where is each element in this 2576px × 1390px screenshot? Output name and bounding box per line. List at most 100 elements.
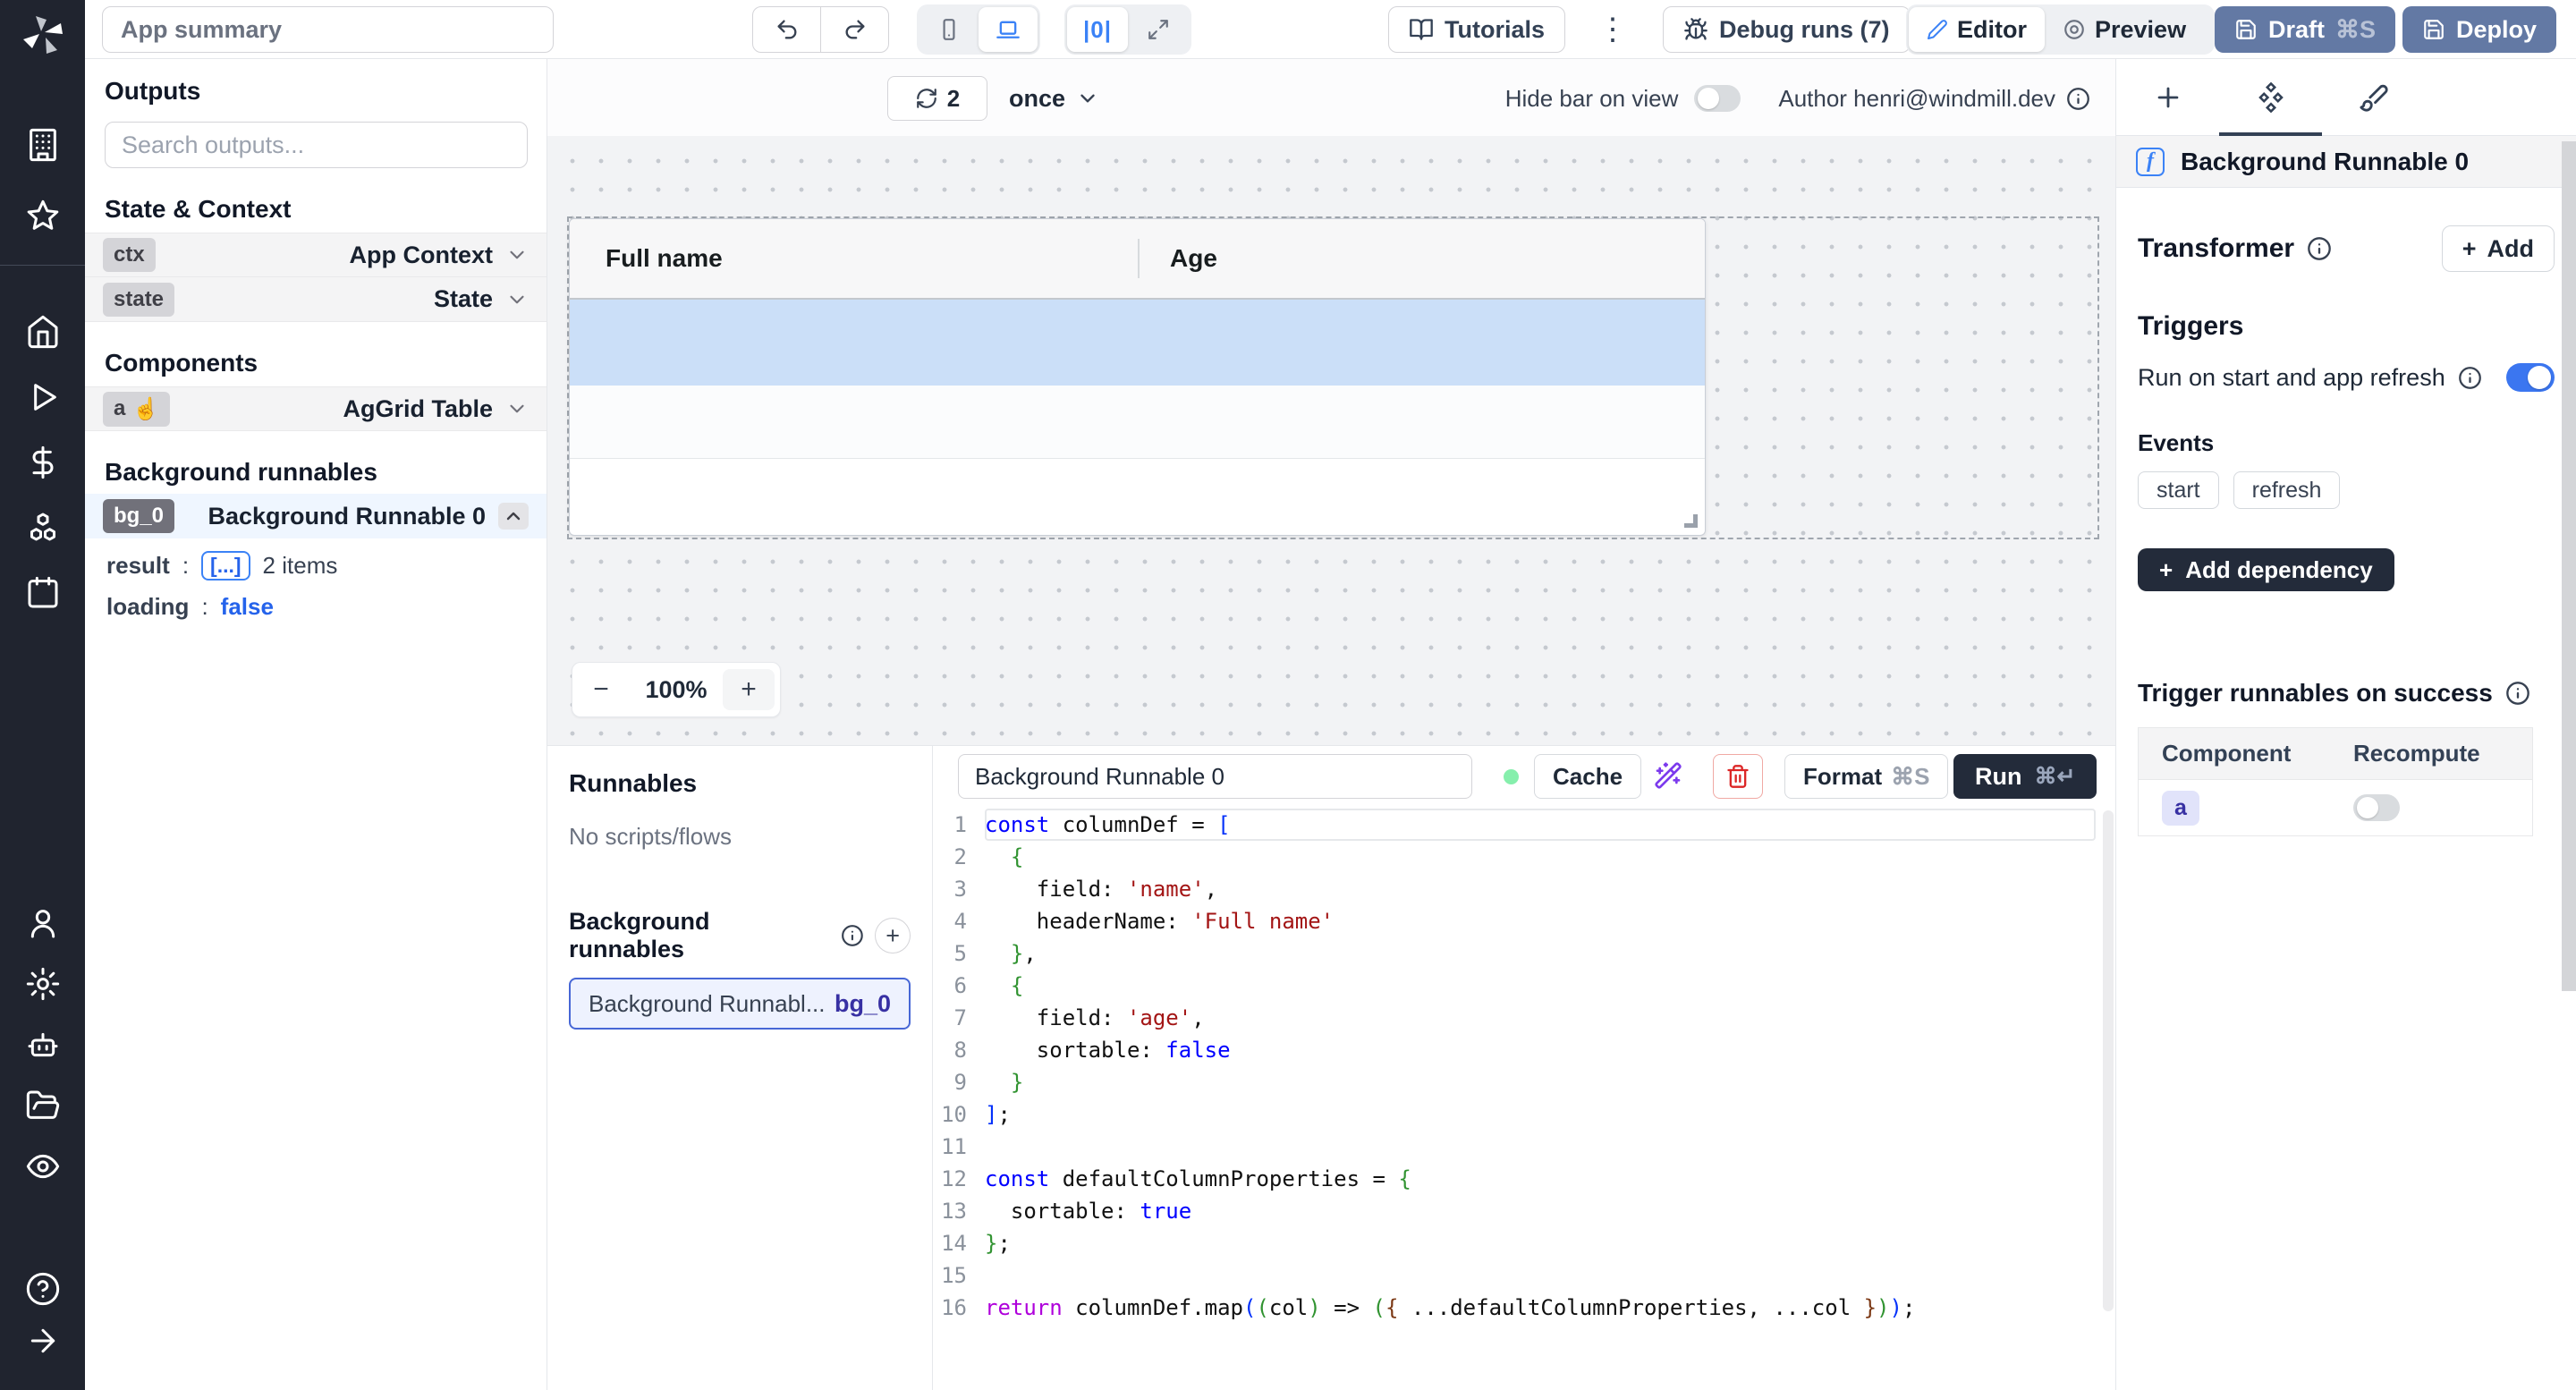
more-menu-button[interactable]: ⋮ xyxy=(1595,6,1631,53)
column-header-age[interactable]: Age xyxy=(1140,219,1705,298)
code-line-5[interactable]: 5 }, xyxy=(933,937,2096,970)
draft-button[interactable]: Draft ⌘S xyxy=(2215,6,2395,53)
preview-tab[interactable]: Preview xyxy=(2045,7,2204,52)
canvas-zoom-control: − 100% + xyxy=(572,662,781,717)
fullwidth-layout-button[interactable] xyxy=(1128,7,1189,52)
mobile-view-button[interactable] xyxy=(919,7,979,52)
code-line-11[interactable]: 11 xyxy=(933,1131,2096,1163)
canvas-grid[interactable]: Full name Age − 100% + xyxy=(547,136,2115,745)
rail-arrow-right-icon[interactable] xyxy=(0,1315,85,1367)
output-row-component-a[interactable]: a☝ AgGrid Table xyxy=(85,386,547,431)
expand-result-chip[interactable]: [...] xyxy=(201,551,250,581)
app-canvas[interactable]: 2 once Hide bar on view Author henri@win… xyxy=(547,59,2115,745)
rail-bot-icon[interactable] xyxy=(0,1014,85,1075)
editor-tab[interactable]: Editor xyxy=(1909,7,2045,52)
trigger-runnables-table: Component Recompute a xyxy=(2138,727,2533,836)
interval-dropdown[interactable]: once xyxy=(1009,76,1099,121)
code-line-1[interactable]: 1const columnDef = [ xyxy=(933,809,2096,841)
editor-preview-toggle: Editor Preview xyxy=(1906,4,2215,55)
tab-styling[interactable] xyxy=(2322,59,2425,135)
windmill-logo[interactable] xyxy=(0,9,85,59)
code-line-4[interactable]: 4 headerName: 'Full name' xyxy=(933,905,2096,937)
rail-user-icon[interactable] xyxy=(0,893,85,954)
rail-settings-icon[interactable] xyxy=(0,954,85,1014)
info-icon[interactable] xyxy=(2066,87,2090,111)
rail-folder-open-icon[interactable] xyxy=(0,1075,85,1136)
desktop-view-button[interactable] xyxy=(979,7,1038,52)
centered-layout-icon: |0| xyxy=(1083,16,1112,44)
run-on-start-toggle[interactable] xyxy=(2506,363,2555,392)
info-icon[interactable] xyxy=(2307,236,2332,261)
background-runnable-item[interactable]: Background Runnabl... bg_0 xyxy=(569,978,911,1030)
settings-tabs xyxy=(2116,59,2576,136)
chevron-down-icon[interactable] xyxy=(505,243,529,267)
rail-play-icon[interactable] xyxy=(0,364,85,429)
output-row-state[interactable]: state State xyxy=(85,277,547,322)
debug-runs-button[interactable]: Debug runs (7) xyxy=(1663,6,1911,53)
code-line-12[interactable]: 12const defaultColumnProperties = { xyxy=(933,1163,2096,1195)
code-line-15[interactable]: 15 xyxy=(933,1259,2096,1292)
aggrid-table-component[interactable]: Full name Age xyxy=(569,218,1706,536)
code-line-16[interactable]: 16return columnDef.map((col) => ({ ...de… xyxy=(933,1292,2096,1324)
tab-components[interactable] xyxy=(2219,59,2322,135)
output-row-bg0[interactable]: bg_0 Background Runnable 0 xyxy=(85,494,547,538)
code-line-7[interactable]: 7 field: 'age', xyxy=(933,1002,2096,1034)
recompute-toggle[interactable] xyxy=(2353,794,2400,821)
refresh-count: 2 xyxy=(947,85,960,113)
redo-button[interactable] xyxy=(820,6,889,53)
chevron-down-icon[interactable] xyxy=(505,288,529,311)
info-icon[interactable] xyxy=(2505,681,2530,706)
cache-button[interactable]: Cache xyxy=(1534,754,1641,799)
rail-star-icon[interactable] xyxy=(0,181,85,252)
info-icon[interactable] xyxy=(841,924,864,947)
add-dependency-button[interactable]: + Add dependency xyxy=(2138,548,2394,591)
rail-home-icon[interactable] xyxy=(0,299,85,364)
centered-layout-button[interactable]: |0| xyxy=(1067,7,1128,52)
add-transformer-button[interactable]: + Add xyxy=(2442,225,2555,272)
app-summary-input[interactable] xyxy=(102,6,554,53)
deploy-button[interactable]: Deploy xyxy=(2402,6,2556,53)
table-row[interactable] xyxy=(570,386,1705,459)
rail-boxes-icon[interactable] xyxy=(0,495,85,560)
chevron-down-icon[interactable] xyxy=(505,397,529,420)
run-button[interactable]: Run ⌘↵ xyxy=(1953,754,2097,799)
code-line-2[interactable]: 2 { xyxy=(933,841,2096,873)
rail-calendar-icon[interactable] xyxy=(0,560,85,625)
zoom-out-button[interactable]: − xyxy=(572,663,630,716)
code-editor[interactable]: 1const columnDef = [2 {3 field: 'name',4… xyxy=(933,809,2096,1390)
resize-handle[interactable] xyxy=(1684,514,1698,528)
table-row-selected[interactable] xyxy=(570,300,1705,386)
undo-button[interactable] xyxy=(752,6,821,53)
rail-building-icon[interactable] xyxy=(0,109,85,181)
code-line-6[interactable]: 6 { xyxy=(933,970,2096,1002)
ai-wand-button[interactable] xyxy=(1654,761,1682,790)
add-background-runnable-button[interactable]: + xyxy=(875,918,911,954)
code-line-13[interactable]: 13 sortable: true xyxy=(933,1195,2096,1227)
redo-icon xyxy=(843,17,868,42)
refresh-count-button[interactable]: 2 xyxy=(887,76,987,121)
editor-scrollbar[interactable] xyxy=(2103,810,2114,1311)
code-line-9[interactable]: 9 } xyxy=(933,1066,2096,1098)
rail-eye-icon[interactable] xyxy=(0,1136,85,1197)
collapse-chevron-button[interactable] xyxy=(498,503,529,530)
tutorials-button[interactable]: Tutorials xyxy=(1388,6,1565,53)
code-line-10[interactable]: 10]; xyxy=(933,1098,2096,1131)
hide-bar-toggle[interactable] xyxy=(1694,85,1741,112)
info-icon[interactable] xyxy=(2458,366,2482,390)
output-row-ctx[interactable]: ctx App Context xyxy=(85,233,547,277)
search-outputs-input[interactable] xyxy=(105,122,528,168)
rail-dollar-icon[interactable] xyxy=(0,429,85,495)
code-line-8[interactable]: 8 sortable: false xyxy=(933,1034,2096,1066)
delete-runnable-button[interactable] xyxy=(1713,754,1763,799)
format-button[interactable]: Format ⌘S xyxy=(1784,754,1948,799)
column-header-fullname[interactable]: Full name xyxy=(570,219,1138,298)
plus-icon: + xyxy=(2159,556,2173,584)
panel-scrollbar[interactable] xyxy=(2562,141,2576,991)
runnable-name-input[interactable] xyxy=(958,754,1472,799)
code-line-3[interactable]: 3 field: 'name', xyxy=(933,873,2096,905)
tab-insert[interactable] xyxy=(2116,59,2219,135)
canvas-toolbar-right: Hide bar on view Author henri@windmill.d… xyxy=(1505,76,2090,121)
zoom-in-button[interactable]: + xyxy=(723,669,775,710)
code-line-14[interactable]: 14}; xyxy=(933,1227,2096,1259)
rail-help-icon[interactable] xyxy=(0,1263,85,1315)
